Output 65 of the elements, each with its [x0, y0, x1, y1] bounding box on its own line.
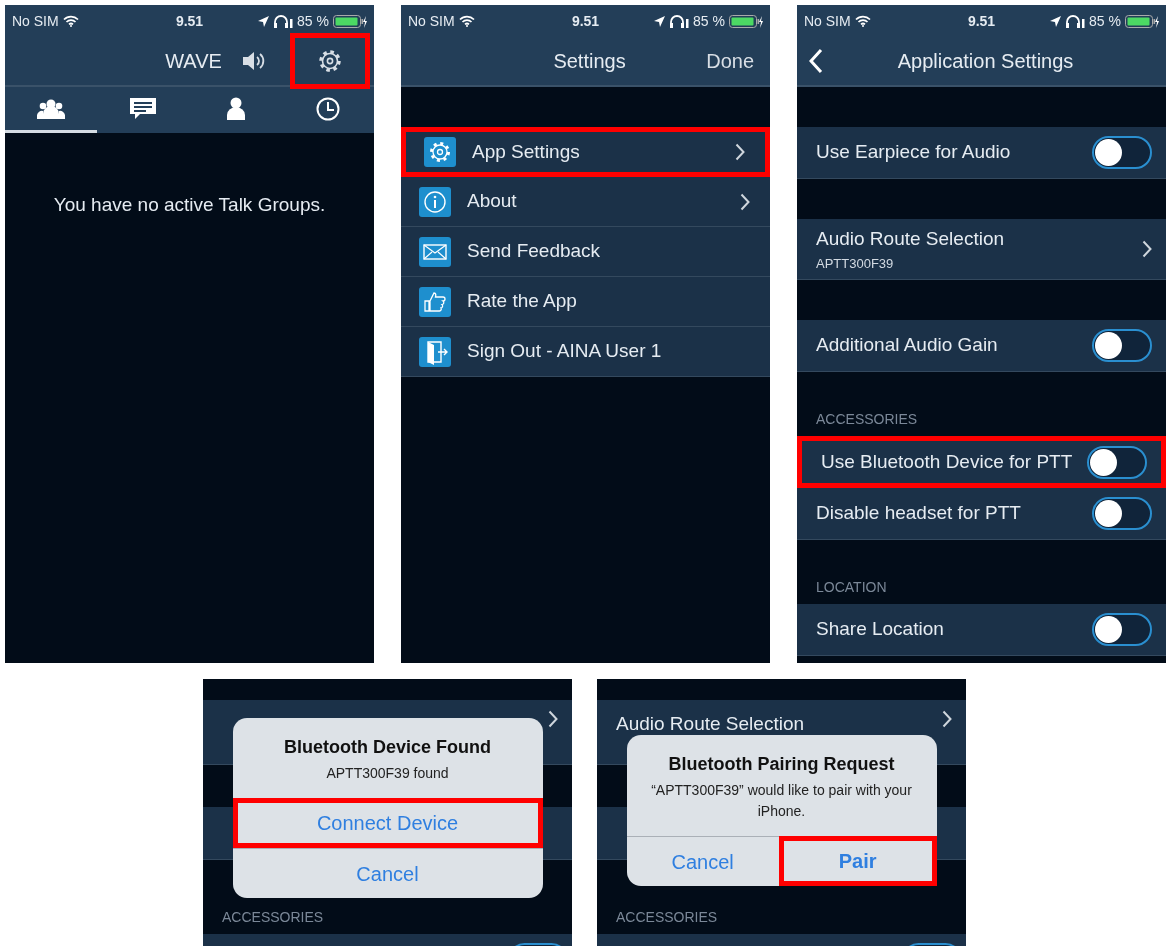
location-icon: [654, 15, 666, 27]
menu-item[interactable]: About: [401, 177, 770, 227]
setting-label: Share Location: [816, 617, 945, 642]
battery-icon: [729, 14, 763, 28]
section-header: ACCESSORIES: [222, 908, 324, 927]
back-icon: [809, 48, 823, 74]
carrier-label: No SIM: [408, 11, 455, 31]
speaker-icon[interactable]: [242, 50, 266, 72]
done-button[interactable]: Done: [706, 46, 754, 76]
wifi-icon: [62, 15, 79, 27]
battery-percentage: 85 %: [693, 11, 725, 31]
toggle-switch[interactable]: [1092, 329, 1152, 362]
menu-item[interactable]: Sign Out - AINA User 1: [401, 327, 770, 377]
carrier-label: No SIM: [804, 11, 851, 31]
screen-title: Settings: [553, 49, 626, 74]
battery-percentage: 85 %: [1089, 11, 1121, 31]
battery-percentage: 85 %: [297, 11, 329, 31]
setting-label: Additional Audio Gain: [816, 333, 999, 358]
headphones-icon: [273, 14, 294, 28]
section-header: ACCESSORIES: [616, 908, 718, 927]
settings-item[interactable]: Audio Route Selection APTT300F39: [797, 219, 1166, 280]
section-header: LOCATION: [816, 578, 887, 597]
wifi-icon: [458, 15, 475, 27]
toggle-switch[interactable]: [1087, 445, 1147, 479]
gear-icon: [424, 137, 456, 167]
clock-time: 9.51: [175, 11, 204, 31]
screen-title: Application Settings: [897, 49, 1074, 74]
clock-time: 9.51: [571, 11, 600, 31]
carrier-label: No SIM: [12, 11, 59, 31]
envelope-icon: [419, 236, 451, 267]
alert-title: Bluetooth Device Found: [284, 737, 491, 757]
setting-label: Use Earpiece for Audio: [816, 140, 1012, 165]
setting-label: Use Bluetooth Device for PTT: [821, 449, 1074, 474]
wifi-icon: [854, 15, 871, 27]
settings-icon: [317, 48, 343, 74]
toggle-switch[interactable]: [1092, 613, 1152, 646]
setting-label: Disable headset for PTT: [816, 501, 1022, 526]
location-icon: [1050, 15, 1062, 27]
menu-item[interactable]: Send Feedback: [401, 227, 770, 277]
chevron-icon: [942, 710, 952, 728]
clock-time: 9.51: [967, 11, 996, 31]
screen-title: WAVE: [165, 49, 222, 74]
info-icon: [419, 186, 451, 217]
alert-message: “APTT300F39” would like to pair with your iPhone.: [651, 782, 912, 819]
toggle-switch[interactable]: [1092, 497, 1152, 530]
toggle-switch[interactable]: [1092, 136, 1152, 169]
setting-label: Audio Route Selection: [616, 712, 805, 736]
headphones-icon: [669, 14, 690, 28]
headphones-icon: [1065, 14, 1086, 28]
menu-item[interactable]: App Settings: [401, 127, 770, 177]
chevron-icon: [548, 710, 558, 728]
empty-state-message: You have no active Talk Groups.: [52, 193, 327, 217]
chevron-icon: [1142, 240, 1152, 258]
location-icon: [258, 15, 270, 27]
chat-icon: [129, 96, 158, 121]
exit-door-icon: [419, 336, 451, 367]
back-button[interactable]: [809, 48, 823, 74]
menu-item[interactable]: Rate the App: [401, 277, 770, 327]
battery-icon: [333, 14, 367, 28]
thumbs-up-icon: [419, 286, 451, 317]
section-header: ACCESSORIES: [816, 410, 918, 429]
battery-icon: [1125, 14, 1159, 28]
alert-title: Bluetooth Pairing Request: [668, 754, 895, 774]
alert-message: APTT300F39 found: [326, 765, 449, 781]
settings-button[interactable]: [290, 33, 370, 89]
